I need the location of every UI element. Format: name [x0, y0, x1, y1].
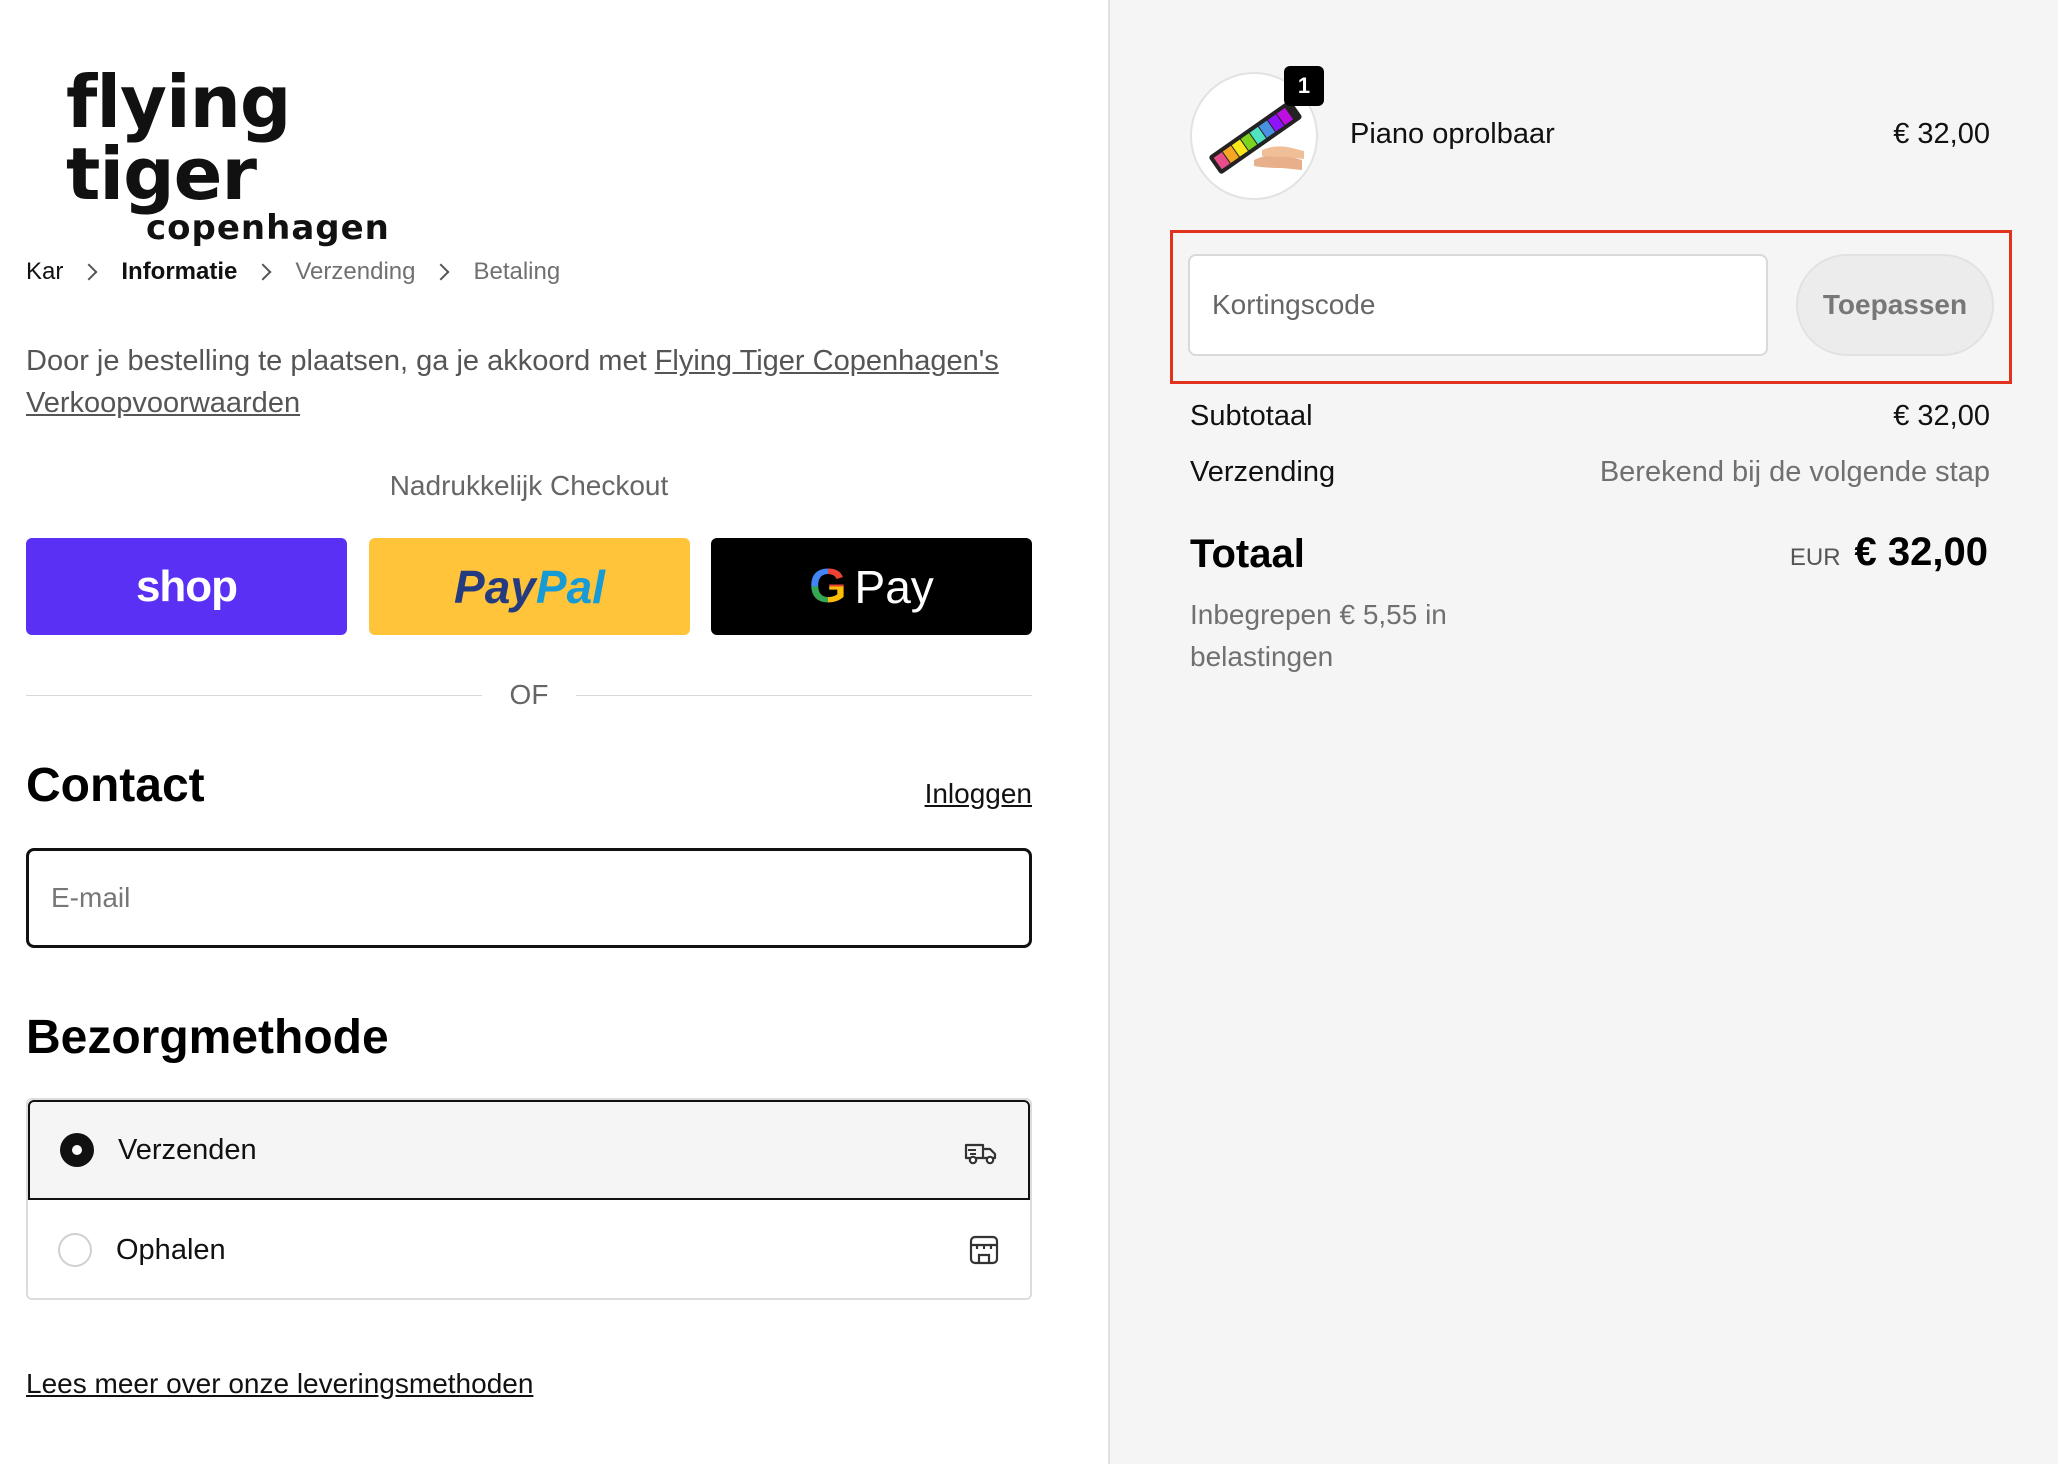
breadcrumb: Kar Informatie Verzending Betaling [26, 256, 560, 288]
total-label: Totaal [1190, 532, 1305, 576]
total-amount: EUR € 32,00 [1790, 530, 1988, 575]
google-g-icon: G [809, 560, 847, 613]
cart-line-item: 1 Piano oprolbaar € 32,00 [1190, 66, 1990, 202]
shop-pay-button[interactable]: shop [26, 538, 347, 635]
total-value: € 32,00 [1854, 530, 1988, 574]
delivery-option-ship[interactable]: Verzenden [28, 1100, 1030, 1200]
chevron-right-icon [254, 263, 272, 281]
order-summary: 1 Piano oprolbaar € 32,00 Toepassen Subt… [1108, 0, 2058, 1464]
product-name: Piano oprolbaar [1350, 118, 1555, 150]
logo-wordmark: flying tiger [66, 60, 291, 216]
paypal-label-part1: Pay [454, 560, 536, 613]
shipping-label: Verzending [1190, 456, 1336, 488]
divider-line-right [576, 695, 1032, 696]
express-checkout-title: Nadrukkelijk Checkout [389, 470, 669, 501]
chevron-right-icon [432, 263, 450, 281]
product-price: € 32,00 [1893, 118, 1990, 150]
shop-pay-label: shop [135, 561, 238, 611]
subtotal-label: Subtotaal [1190, 400, 1313, 432]
total-currency: EUR [1789, 544, 1841, 571]
paypal-label-part2: Pal [535, 560, 605, 613]
apply-discount-button[interactable]: Toepassen [1796, 254, 1994, 356]
logo-subline: copenhagen [146, 208, 390, 248]
email-field[interactable] [26, 848, 1032, 948]
discount-code-input[interactable] [1188, 254, 1768, 356]
google-pay-label: Pay [854, 560, 934, 613]
flying-tiger-logo[interactable]: flying tiger copenhagen [66, 66, 486, 246]
paypal-button[interactable]: Pay Pal [369, 538, 690, 635]
breadcrumb-payment: Betaling [473, 258, 561, 285]
delivery-method-heading: Bezorgmethode [26, 1011, 389, 1064]
delivery-option-pickup[interactable]: Ophalen [28, 1200, 1030, 1298]
terms-notice: Door je bestelling te plaatsen, ga je ak… [26, 340, 1036, 424]
delivery-option-label: Verzenden [118, 1133, 257, 1166]
breadcrumb-cart[interactable]: Kar [26, 258, 63, 286]
breadcrumb-shipping: Verzending [295, 258, 416, 285]
checkout-main: flying tiger copenhagen Kar Informatie V… [0, 0, 1108, 1464]
login-link[interactable]: Inloggen [925, 778, 1032, 810]
radio-selected[interactable] [60, 1133, 94, 1167]
delivery-methods-link[interactable]: Lees meer over onze leveringsmethoden [26, 1368, 533, 1400]
radio-unselected[interactable] [58, 1233, 92, 1267]
store-icon [969, 1235, 999, 1265]
delivery-option-label: Ophalen [116, 1233, 226, 1266]
or-divider: OF [26, 679, 1032, 710]
subtotal-value: € 32,00 [1893, 400, 1990, 432]
tax-note: Inbegrepen € 5,55 in belastingen [1190, 599, 1447, 672]
terms-prefix: Door je bestelling te plaatsen, ga je ak… [26, 345, 655, 377]
chevron-right-icon [80, 263, 98, 281]
shipping-value: Berekend bij de volgende stap [1599, 456, 1990, 488]
google-pay-button[interactable]: G Pay [711, 538, 1032, 635]
delivery-options: Verzenden Ophalen [26, 1098, 1032, 1300]
truck-icon [964, 1143, 997, 1165]
quantity-badge: 1 [1284, 66, 1324, 106]
breadcrumb-information: Informatie [121, 258, 238, 285]
contact-heading: Contact [26, 759, 205, 812]
